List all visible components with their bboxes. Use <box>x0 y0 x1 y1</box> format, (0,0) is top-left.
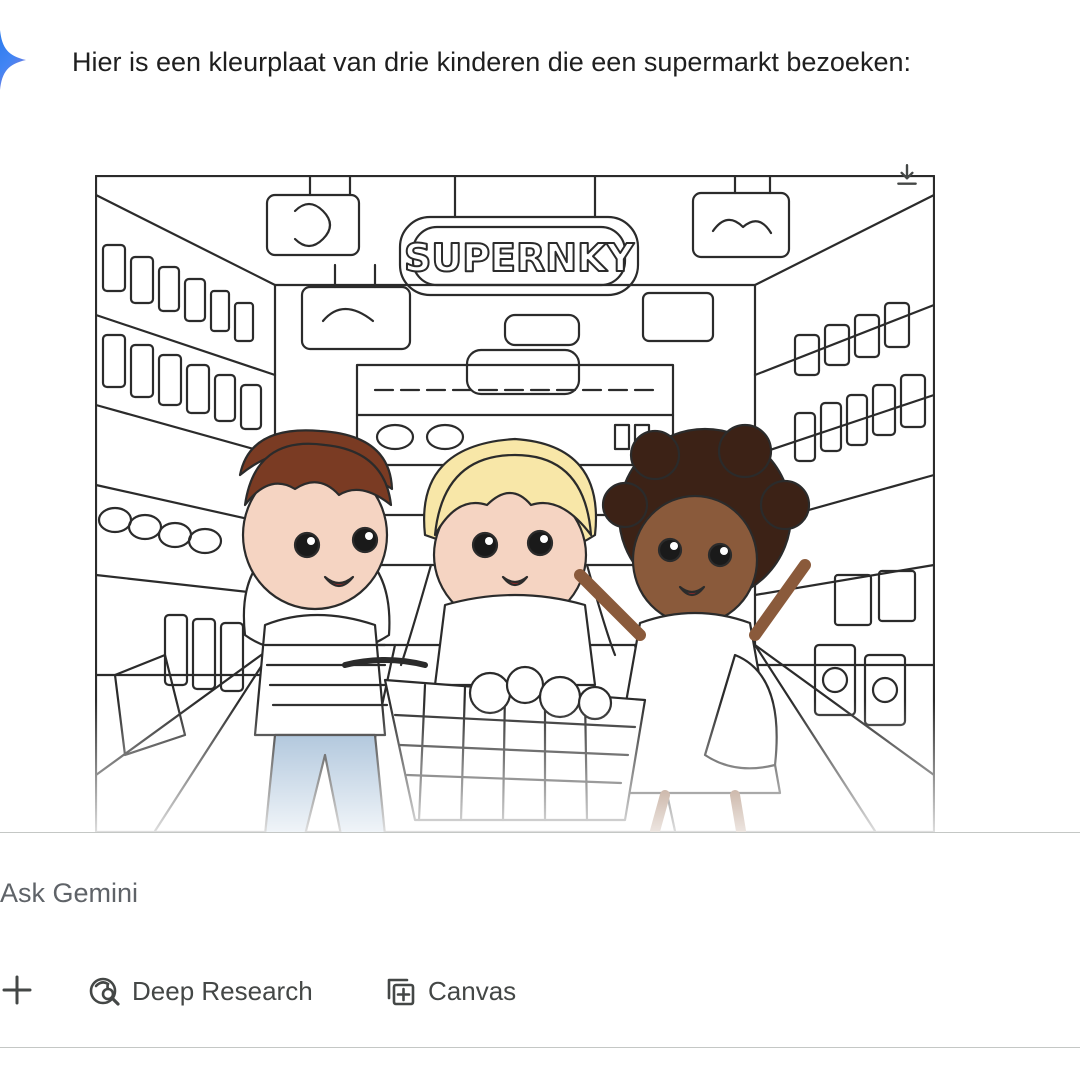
gemini-sparkle-icon <box>0 30 26 90</box>
canvas-icon <box>387 978 415 1006</box>
deep-research-icon <box>89 977 120 1006</box>
response-text: Hier is een kleurplaat van drie kinderen… <box>72 47 911 77</box>
prompt-composer: Deep Research Canvas <box>0 832 1080 1048</box>
canvas-button[interactable]: Canvas <box>384 971 516 1011</box>
generated-image[interactable]: SUPERNKY <box>95 175 935 833</box>
deep-research-button[interactable]: Deep Research <box>88 971 313 1011</box>
download-icon <box>897 164 917 185</box>
canvas-label: Canvas <box>428 975 517 1006</box>
store-sign-text: SUPERNKY <box>404 236 635 280</box>
ask-gemini-input[interactable] <box>0 873 900 913</box>
download-button[interactable] <box>890 158 924 192</box>
plus-icon[interactable] <box>0 973 34 1007</box>
deep-research-label: Deep Research <box>132 975 313 1006</box>
composer-toolbar: Deep Research Canvas <box>0 967 1080 1015</box>
